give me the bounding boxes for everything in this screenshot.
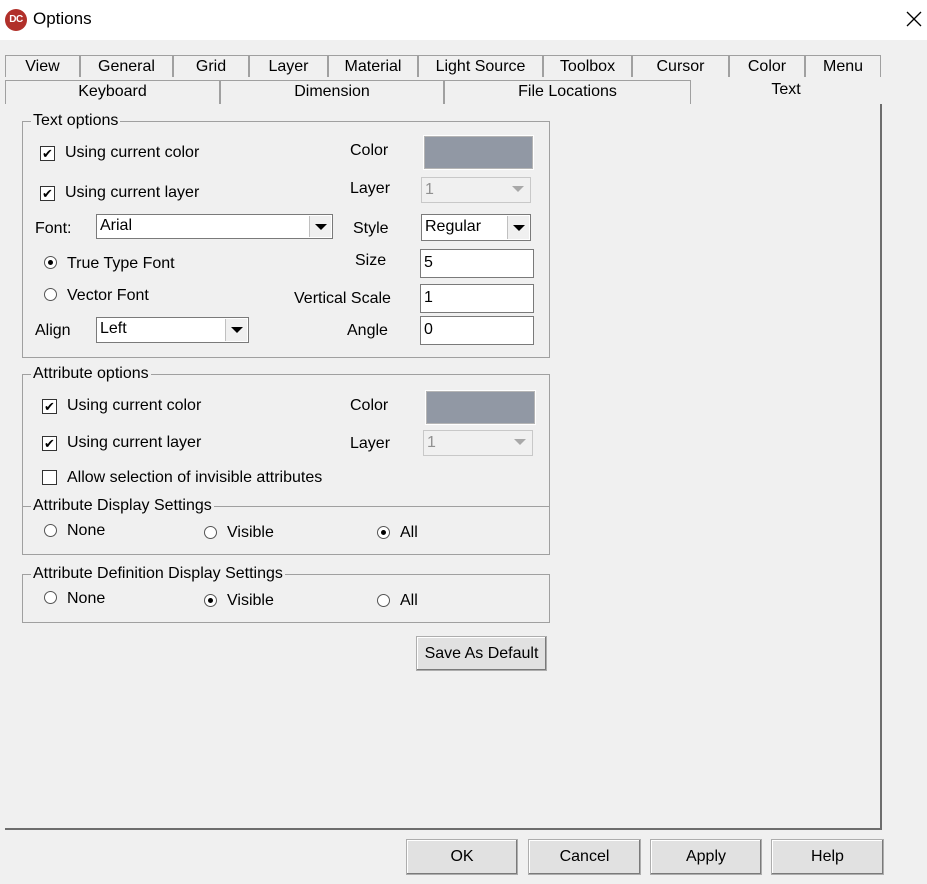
align-value: Left — [100, 320, 127, 337]
attr-display-none-radio[interactable] — [44, 524, 57, 537]
angle-input[interactable]: 0 — [420, 316, 534, 345]
window-title: Options — [33, 9, 92, 28]
allow-invisible-checkbox[interactable] — [42, 470, 57, 485]
size-value: 5 — [424, 254, 433, 271]
attr-display-visible-radio[interactable] — [204, 526, 217, 539]
ok-button[interactable]: OK — [406, 839, 518, 875]
chevron-down-icon — [512, 186, 524, 192]
style-dropdown-button[interactable] — [507, 216, 529, 239]
style-value: Regular — [425, 218, 482, 235]
text-use-layer-checkbox[interactable]: ✔ — [40, 186, 55, 201]
size-label: Size — [355, 252, 387, 269]
text-use-layer-label: Using current layer — [65, 184, 200, 201]
tab-layer[interactable]: Layer — [249, 55, 328, 77]
truetype-radio[interactable] — [44, 256, 57, 269]
tab-grid[interactable]: Grid — [173, 55, 249, 77]
attr-def-visible-label: Visible — [227, 592, 274, 609]
truetype-label: True Type Font — [67, 255, 175, 272]
text-layer-label: Layer — [350, 180, 391, 197]
attr-layer-label: Layer — [350, 435, 391, 452]
font-label: Font: — [35, 220, 72, 237]
attr-def-visible-radio[interactable] — [204, 594, 217, 607]
chevron-down-icon — [231, 327, 243, 333]
attr-display-visible-label: Visible — [227, 524, 274, 541]
attr-def-all-radio[interactable] — [377, 594, 390, 607]
vertical-scale-label: Vertical Scale — [294, 290, 391, 307]
text-layer-value: 1 — [425, 181, 434, 198]
text-color-swatch[interactable] — [423, 135, 534, 170]
attr-layer-select[interactable]: 1 — [423, 430, 533, 456]
attr-use-layer-checkbox[interactable]: ✔ — [42, 436, 57, 451]
attr-use-color-label: Using current color — [67, 397, 202, 414]
title-bar — [0, 0, 927, 40]
tab-text[interactable]: Text — [691, 78, 881, 105]
text-use-color-label: Using current color — [65, 144, 200, 161]
font-value: Arial — [100, 217, 133, 234]
tab-general[interactable]: General — [80, 55, 173, 77]
vertical-scale-value: 1 — [424, 289, 433, 306]
angle-label: Angle — [347, 322, 388, 339]
app-logo-icon: DC — [5, 9, 27, 31]
tab-material[interactable]: Material — [328, 55, 418, 77]
tab-dimension[interactable]: Dimension — [220, 80, 444, 104]
tab-color[interactable]: Color — [729, 55, 805, 77]
text-color-label: Color — [350, 142, 389, 159]
tab-light-source[interactable]: Light Source — [418, 55, 543, 77]
vector-font-radio[interactable] — [44, 288, 57, 301]
align-dropdown-button[interactable] — [225, 319, 247, 341]
attr-color-label: Color — [350, 397, 389, 414]
attr-def-none-radio[interactable] — [44, 591, 57, 604]
tab-menu[interactable]: Menu — [805, 55, 881, 77]
attribute-options-legend: Attribute options — [31, 365, 151, 383]
angle-value: 0 — [424, 321, 433, 338]
attr-color-swatch[interactable] — [425, 390, 536, 425]
save-as-default-button[interactable]: Save As Default — [416, 636, 547, 671]
attribute-definition-legend: Attribute Definition Display Settings — [31, 565, 285, 583]
attr-def-none-label: None — [67, 590, 106, 607]
align-label: Align — [35, 322, 71, 339]
close-icon[interactable] — [903, 8, 925, 30]
tab-keyboard[interactable]: Keyboard — [5, 80, 220, 104]
chevron-down-icon — [514, 439, 526, 445]
tab-toolbox[interactable]: Toolbox — [543, 55, 632, 77]
attr-use-layer-label: Using current layer — [67, 434, 202, 451]
cancel-button[interactable]: Cancel — [528, 839, 641, 875]
attr-display-all-label: All — [400, 524, 418, 541]
style-label: Style — [353, 220, 389, 237]
font-dropdown-button[interactable] — [309, 216, 331, 237]
tab-file-locations[interactable]: File Locations — [444, 80, 691, 104]
style-select[interactable]: Regular — [421, 214, 531, 241]
help-button[interactable]: Help — [771, 839, 884, 875]
chevron-down-icon — [315, 224, 327, 230]
tab-cursor[interactable]: Cursor — [632, 55, 729, 77]
attribute-display-legend: Attribute Display Settings — [31, 496, 214, 516]
align-select[interactable]: Left — [96, 317, 249, 343]
allow-invisible-label: Allow selection of invisible attributes — [67, 469, 323, 486]
vector-font-label: Vector Font — [67, 287, 149, 304]
text-options-legend: Text options — [31, 112, 121, 130]
attr-display-none-label: None — [67, 522, 106, 539]
text-layer-select[interactable]: 1 — [421, 177, 531, 203]
apply-button[interactable]: Apply — [650, 839, 762, 875]
attr-use-color-checkbox[interactable]: ✔ — [42, 399, 57, 414]
vertical-scale-input[interactable]: 1 — [420, 284, 534, 313]
chevron-down-icon — [513, 225, 525, 231]
font-select[interactable]: Arial — [96, 214, 333, 239]
attr-display-all-radio[interactable] — [377, 526, 390, 539]
text-use-color-checkbox[interactable]: ✔ — [40, 146, 55, 161]
attr-layer-value: 1 — [427, 434, 436, 451]
tab-view[interactable]: View — [5, 55, 80, 77]
attr-def-all-label: All — [400, 592, 418, 609]
size-input[interactable]: 5 — [420, 249, 534, 278]
